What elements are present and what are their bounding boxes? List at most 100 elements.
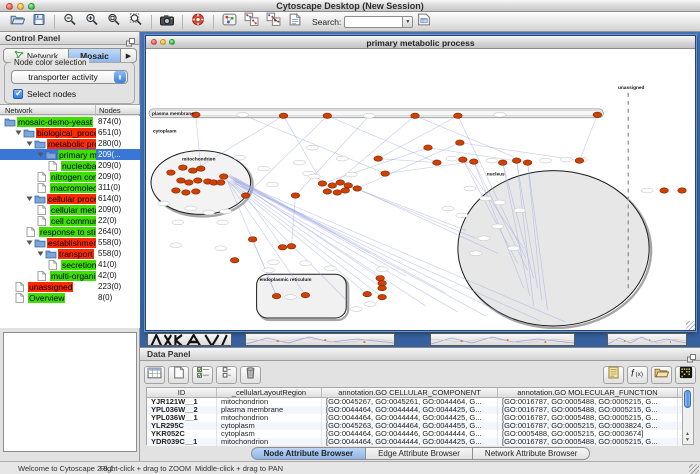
file-icon bbox=[48, 161, 61, 171]
column-header-annotation-go-cellular-component[interactable]: annotation.GO CELLULAR_COMPONENT bbox=[322, 388, 498, 397]
scrollbar-thumb[interactable] bbox=[684, 390, 691, 408]
background-window-sliver[interactable] bbox=[430, 333, 575, 346]
tree-row-metabolic-process[interactable]: metabolic process280(0) bbox=[0, 138, 140, 149]
network-overlay-button[interactable] bbox=[262, 13, 284, 30]
delete-attributes-button[interactable] bbox=[192, 366, 213, 384]
tree-label: macromolecule bbox=[50, 183, 96, 193]
tree-row-nitrogen-compo[interactable]: nitrogen compo209(0) bbox=[0, 171, 140, 182]
select-nodes-checkbox[interactable] bbox=[13, 89, 23, 99]
tab-overflow-arrow[interactable]: ▶ bbox=[121, 48, 137, 63]
import-attributes-button[interactable] bbox=[651, 366, 672, 384]
tree-row-primary-metabo[interactable]: primary metabo209(... bbox=[0, 149, 140, 160]
help-button[interactable] bbox=[187, 13, 209, 30]
network-canvas[interactable]: plasma membranecytoplasmmitochondrionnuc… bbox=[147, 49, 694, 329]
zoom-out-icon bbox=[63, 13, 77, 31]
table-row-yjr121w-1[interactable]: YJR121W__1mitochondrion[GO:0045267, GO:0… bbox=[147, 398, 682, 406]
node-count: 209(0) bbox=[98, 205, 121, 214]
notes-button[interactable] bbox=[603, 366, 624, 384]
table-row-ypl036w-1[interactable]: YPL036W__1mitochondrion[GO:0044464, GO:0… bbox=[147, 414, 682, 422]
table-row-ykr052c[interactable]: YKR052Ccytoplasm[GO:0044464, GO:0044446,… bbox=[147, 430, 682, 438]
svg-text:f: f bbox=[631, 368, 635, 379]
scrollbar-arrows-icon[interactable]: ▲▼ bbox=[683, 431, 692, 443]
zoom-out-button[interactable] bbox=[59, 13, 81, 30]
folder-icon bbox=[45, 150, 58, 160]
cell: [GO:0005488, GO:0005215, GO:0003674] bbox=[498, 430, 678, 438]
tree-row-cellular-metabo[interactable]: cellular metabo209(0) bbox=[0, 204, 140, 215]
tree-row-unassigned[interactable]: unassigned223(0) bbox=[0, 281, 140, 292]
attribute-table-header[interactable]: ID_cellularLayoutRegionannotation.GO CEL… bbox=[147, 388, 682, 398]
tree-row-cell-communicat[interactable]: cell communicat22(0) bbox=[0, 215, 140, 226]
search-label: Search: bbox=[312, 17, 341, 27]
window-resize-grip[interactable] bbox=[686, 321, 695, 330]
expander-icon[interactable] bbox=[37, 250, 45, 257]
node-color-dropdown[interactable]: transporter activity ▲▼ bbox=[11, 70, 128, 84]
svg-text:plasma membrane: plasma membrane bbox=[152, 111, 194, 117]
column-header-cellularlayoutregion[interactable]: _cellularLayoutRegion bbox=[217, 388, 322, 397]
table-row-ydr039c-1[interactable]: YDR039C__1mitochondrion[GO:0044464, GO:0… bbox=[147, 438, 682, 446]
svg-text:(x): (x) bbox=[636, 371, 644, 378]
open-file-button[interactable] bbox=[6, 13, 28, 30]
tree-row-multi-organism-pro[interactable]: multi-organism pro42(0) bbox=[0, 270, 140, 281]
node-count: 22(0) bbox=[98, 216, 117, 225]
create-attribute-button[interactable] bbox=[168, 366, 189, 384]
tab-node-attribute-browser[interactable]: Node Attribute Browser bbox=[251, 447, 367, 460]
cell: [GO:0016787, GO:0005488, GO:0005215, G..… bbox=[498, 438, 678, 446]
column-header-annotation-go-molecular-function[interactable]: annotation.GO MOLECULAR_FUNCTION bbox=[498, 388, 678, 397]
expander-icon[interactable] bbox=[26, 140, 34, 147]
attribute-matrix-button[interactable] bbox=[675, 366, 696, 384]
toolbar-separator bbox=[54, 15, 55, 29]
tree-row-cellular-process[interactable]: cellular process614(0) bbox=[0, 193, 140, 204]
function-builder-button[interactable]: f(x) bbox=[627, 366, 648, 384]
tab-edge-attribute-browser[interactable]: Edge Attribute Browser bbox=[365, 447, 473, 460]
tree-row-macromolecule[interactable]: macromolecule311(0) bbox=[0, 182, 140, 193]
select-attributes-button[interactable] bbox=[144, 366, 165, 384]
birdseye-view-panel[interactable] bbox=[3, 332, 137, 452]
tree-row-secretion[interactable]: secretion41(0) bbox=[0, 259, 140, 270]
node-count: 651(0) bbox=[98, 128, 121, 137]
table-scrollbar[interactable]: ▲▼ bbox=[683, 387, 694, 445]
network-window-titlebar[interactable]: primary metabolic process bbox=[146, 36, 695, 49]
tree-label: metabolic process bbox=[47, 139, 96, 149]
cell: [GO:0044464, GO:0044446, GO:0044444, G..… bbox=[322, 430, 498, 438]
expander-icon[interactable] bbox=[26, 239, 34, 246]
background-window-sliver[interactable] bbox=[147, 333, 232, 346]
background-window-sliver[interactable] bbox=[245, 333, 395, 346]
import-attributes-icon bbox=[654, 366, 669, 384]
tree-row-biological-process[interactable]: biological_process651(0) bbox=[0, 127, 140, 138]
table-row-ypl036w-2[interactable]: YPL036W__2plasma membrane[GO:0044464, GO… bbox=[147, 406, 682, 414]
table-row-ylr295c[interactable]: YLR295Ccytoplasm[GO:0045263, GO:0044464,… bbox=[147, 422, 682, 430]
tree-row-establishment-of-lo[interactable]: establishment of lo558(0) bbox=[0, 237, 140, 248]
column-header-id[interactable]: ID bbox=[147, 388, 217, 397]
manage-networks-button[interactable] bbox=[240, 13, 262, 30]
help-icon bbox=[191, 13, 205, 31]
file-icon bbox=[15, 282, 28, 292]
save-button[interactable] bbox=[28, 13, 50, 30]
expander-icon[interactable] bbox=[26, 195, 34, 202]
tree-row-nucleobase[interactable]: nucleobase-209(0) bbox=[0, 160, 140, 171]
expander-icon[interactable] bbox=[37, 151, 45, 158]
snapshot-button[interactable] bbox=[156, 13, 178, 30]
zoom-in-button[interactable] bbox=[81, 13, 103, 30]
tree-row-overview[interactable]: Overview8(0) bbox=[0, 292, 140, 303]
vizmapper-button[interactable] bbox=[218, 13, 240, 30]
tree-row-transport[interactable]: transport558(0) bbox=[0, 248, 140, 259]
search-dropdown-arrow-icon[interactable]: ▼ bbox=[402, 16, 413, 28]
tab-network-attribute-browser[interactable]: Network Attribute Browser bbox=[472, 447, 590, 460]
tree-row-response-to-stimulu[interactable]: response to stimulu264(0) bbox=[0, 226, 140, 237]
annotation-button[interactable] bbox=[284, 13, 306, 30]
cytoscape-window: Cytoscape Desktop (New Session) Search: … bbox=[0, 0, 700, 474]
app-resize-grip[interactable] bbox=[689, 464, 699, 474]
attribute-batch-button[interactable] bbox=[216, 366, 237, 384]
tree-label: biological_process bbox=[36, 128, 96, 138]
zoom-fit-button[interactable] bbox=[103, 13, 125, 30]
background-window-sliver[interactable] bbox=[607, 333, 687, 346]
search-input[interactable] bbox=[344, 16, 402, 28]
attribute-search-button[interactable] bbox=[413, 13, 435, 30]
select-attributes-icon bbox=[147, 366, 162, 384]
tree-label: multi-organism pro bbox=[50, 271, 96, 281]
expander-icon[interactable] bbox=[15, 129, 23, 136]
delete-button[interactable] bbox=[240, 366, 261, 384]
tree-row-mosaic-demo-yeast[interactable]: mosaic-demo-yeast874(0) bbox=[0, 116, 140, 127]
zoom-selected-button[interactable] bbox=[125, 13, 147, 30]
cell: YJR121W__1 bbox=[147, 398, 217, 406]
